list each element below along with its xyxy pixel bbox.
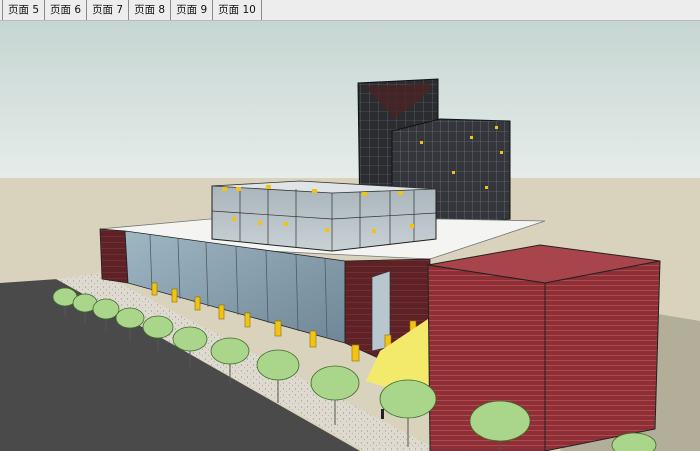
podium-left-wall [99, 228, 129, 284]
tab-page-6[interactable]: 页面 6 [45, 0, 88, 20]
tab-page-10[interactable]: 页面 10 [213, 0, 262, 20]
tab-page-8[interactable]: 页面 8 [129, 0, 172, 20]
tab-page-9[interactable]: 页面 9 [171, 0, 214, 20]
scene-tab-bar: 页面 5 页面 6 页面 7 页面 8 页面 9 页面 10 [0, 0, 700, 21]
brick-cube-side [544, 260, 661, 451]
person-figure [381, 409, 384, 419]
tab-page-5[interactable]: 页面 5 [2, 0, 46, 20]
sky [0, 21, 700, 179]
tab-page-7[interactable]: 页面 7 [87, 0, 130, 20]
model-viewport[interactable] [0, 21, 700, 451]
